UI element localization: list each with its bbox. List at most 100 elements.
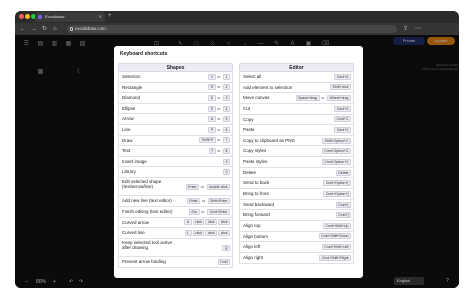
shortcut-label: Prevent arrow binding (122, 259, 166, 265)
close-tab-icon[interactable]: ✕ (99, 12, 102, 22)
shortcut-row: Copy Cmd+C (239, 114, 354, 126)
shortcut-row: Curved line Lclick click click (118, 228, 233, 239)
shortcut-label: Draw (122, 137, 133, 143)
shortcut-label: Paste (243, 127, 255, 133)
or-separator: or (201, 199, 206, 204)
shapes-column: Shapes Selection Vor 1 Rectangle Ror 2 Diamond… (118, 63, 233, 268)
shortcut-key: Cmd+Shift+Down (318, 233, 351, 240)
or-separator: or (217, 95, 221, 100)
shortcut-key: Shift+click (330, 84, 351, 91)
shortcut-key: Cmd+Shift+Right (319, 254, 351, 261)
reload-icon[interactable]: ↻ (42, 24, 47, 34)
excalidraw-favicon-icon (38, 15, 42, 19)
shortcut-key: Cmd+Enter (207, 208, 230, 215)
browser-tab[interactable]: Excalidraw ✕ (35, 12, 105, 22)
shortcut-key: Cmd (217, 259, 230, 266)
shortcut-key: double-click (206, 183, 230, 190)
shortcut-key: R (208, 84, 216, 91)
shortcut-label: Align bottom (243, 233, 269, 239)
shortcut-label: Finish editing (text editor) (122, 209, 173, 215)
minimize-window-button[interactable] (25, 14, 30, 19)
shortcut-row: Align right Cmd+Shift+Right (239, 252, 354, 264)
shortcut-key: 9 (223, 158, 230, 165)
shortcut-key: Cmd+C (334, 116, 351, 123)
shortcut-key: 6 (223, 126, 230, 133)
shortcut-label: Paste styles (243, 159, 268, 165)
new-tab-icon[interactable]: + (108, 11, 112, 22)
shortcut-key: Delete (335, 169, 351, 176)
extensions-icon[interactable]: ⋯ (415, 24, 421, 34)
shortcut-label: Keep selected tool active after drawing (122, 239, 173, 250)
shortcut-row: Edit selected shape (text/arrow/line) Ent… (118, 177, 233, 197)
undo-icon[interactable]: ↶ (69, 278, 73, 286)
shortcut-row: Send backward Cmd+[ (239, 199, 354, 211)
zoom-out-button[interactable]: − (25, 278, 28, 286)
shortcut-label: Copy styles (243, 148, 267, 154)
shortcut-row: Ellipse Eor 4 (118, 103, 233, 115)
shortcut-key: T (208, 147, 216, 154)
or-separator: or (217, 85, 221, 90)
shortcut-key: Shift+Option+C (322, 137, 351, 144)
shortcut-row: Select all Cmd+A (239, 72, 354, 83)
zoom-in-button[interactable]: + (53, 278, 56, 286)
keyboard-shortcuts-dialog: Keyboard shortcuts Shapes Selection Vor 1 R… (114, 46, 363, 278)
or-separator: or (217, 74, 221, 79)
or-separator: or (217, 148, 221, 153)
home-icon[interactable]: ⌂ (53, 24, 57, 34)
shortcut-key: Cmd+A (334, 73, 351, 80)
tab-title: Excalidraw (45, 14, 65, 19)
back-icon[interactable]: ← (20, 24, 26, 34)
shortcut-label: Add new line (text editor) (122, 198, 172, 204)
or-separator: or (321, 96, 325, 101)
shortcut-key: E (208, 105, 216, 112)
help-icon[interactable]: ? (446, 277, 449, 285)
shortcut-key: Wheel+drag (327, 95, 351, 102)
shortcut-key: 8 (223, 147, 230, 154)
shortcut-key: Cmd+Option+V (321, 158, 351, 165)
shortcut-row: Align bottom Cmd+Shift+Down (239, 231, 354, 243)
shortcut-row: Library 0 (118, 167, 233, 178)
shortcut-key: 4 (223, 105, 230, 112)
shortcut-row: Align left Cmd+Shift+Left (239, 242, 354, 253)
shortcut-key: Cmd+Option+] (323, 190, 351, 197)
shortcut-key: P (208, 126, 216, 133)
forward-icon[interactable]: → (31, 24, 37, 34)
browser-window: Excalidraw ✕ + ← → ↻ ⌂ excalidraw.com ⇪ … (15, 11, 459, 288)
shortcut-label: Insert image (122, 158, 147, 164)
editor-column: Editor Select all Cmd+A Add element to sel… (239, 63, 354, 264)
shortcut-key: Esc (188, 208, 200, 215)
close-window-button[interactable] (19, 14, 24, 19)
shortcut-row: Diamond Dor 3 (118, 93, 233, 104)
shortcut-label: Delete (243, 169, 257, 175)
shortcut-key: D (208, 94, 216, 101)
shortcut-label: Add element to selection (243, 84, 293, 90)
shortcut-label: Align left (243, 244, 261, 250)
shortcut-row: Arrow Aor 5 (118, 114, 233, 125)
shortcut-key: Cmd+Option+C (321, 148, 351, 155)
shortcut-label: Rectangle (122, 84, 143, 90)
shortcut-row: Draw Shift+P or 7 (118, 135, 233, 147)
shortcut-key: click (205, 230, 218, 237)
shortcut-key: 5 (223, 116, 230, 123)
shortcut-label: Select all (243, 74, 262, 79)
language-value: English (397, 278, 411, 283)
shortcut-label: Text (122, 148, 131, 154)
shortcut-row: Copy to clipboard as PNG Shift+Option+C (239, 135, 354, 147)
shortcut-key: A (208, 116, 216, 123)
shortcut-key: Cmd+Option+[ (323, 180, 351, 187)
share-icon[interactable]: ⇪ (403, 24, 408, 34)
language-select[interactable]: English (394, 277, 424, 285)
shortcut-row: Bring to front Cmd+Option+] (239, 189, 354, 200)
redo-icon[interactable]: ↷ (79, 278, 83, 286)
shortcut-label: Arrow (122, 116, 134, 122)
shortcut-row: Keep selected tool active after drawing Q (118, 238, 233, 258)
shortcut-label: Diamond (122, 95, 141, 101)
url-field[interactable]: excalidraw.com (67, 25, 397, 33)
shortcut-label: Move canvas (243, 95, 270, 101)
shortcut-label: Copy (243, 116, 254, 122)
shortcut-row: Align top Cmd+Shift+Up (239, 220, 354, 232)
shortcut-label: Send backward (243, 201, 275, 207)
shortcut-label: Bring to front (243, 191, 269, 197)
shortcut-key: Space+drag (295, 95, 320, 102)
zoom-level[interactable]: 80% (36, 278, 46, 286)
